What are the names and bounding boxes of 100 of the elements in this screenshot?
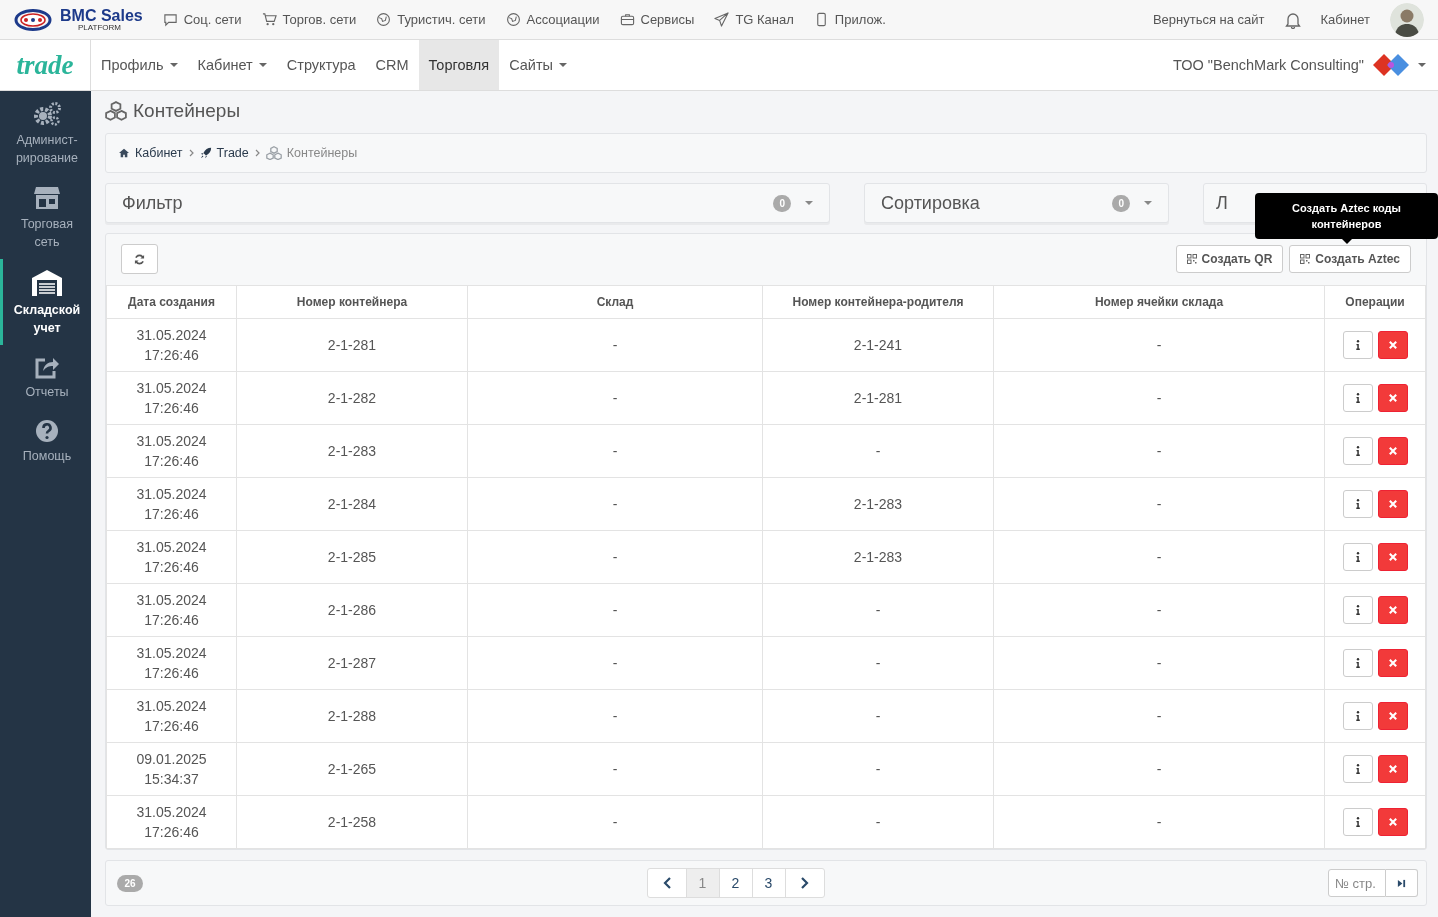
table-cell: - [993, 583, 1325, 637]
delete-button[interactable] [1377, 331, 1408, 359]
page-button[interactable]: 2 [718, 869, 752, 897]
top-nav-link[interactable]: Туристич. сети [376, 12, 486, 27]
close-icon [1388, 553, 1397, 561]
table-cell: - [993, 477, 1325, 531]
breadcrumb-link[interactable]: Trade [199, 146, 249, 160]
table-cell: 31.05.2024 17:26:46 [106, 530, 237, 584]
top-nav-link[interactable]: Соц. сети [162, 12, 242, 27]
caret-icon [1144, 201, 1152, 205]
info-icon [1355, 340, 1360, 350]
table-cell: 31.05.2024 17:26:46 [106, 689, 237, 743]
cart-icon [261, 12, 277, 27]
table-cell: 2-1-287 [236, 636, 468, 690]
nav-menu-item[interactable]: Сайты [499, 40, 578, 90]
info-button[interactable] [1342, 437, 1373, 465]
delete-button[interactable] [1377, 543, 1408, 571]
column-header: Номер контейнера-родителя [762, 285, 994, 319]
sidebar-item[interactable]: Отчеты [0, 345, 91, 409]
collapsible-panel[interactable]: Сортировка 0 [864, 183, 1169, 223]
delete-button[interactable] [1377, 755, 1408, 783]
chevron-right-icon [800, 877, 809, 889]
table-cell: 2-1-285 [236, 530, 468, 584]
table-cell: - [467, 583, 763, 637]
delete-button[interactable] [1377, 649, 1408, 677]
info-button[interactable] [1342, 384, 1373, 412]
nav-menu-item[interactable]: Кабинет [187, 40, 277, 90]
avatar[interactable] [1390, 2, 1424, 37]
delete-button[interactable] [1377, 702, 1408, 730]
count-badge: 0 [773, 194, 791, 212]
info-button[interactable] [1342, 649, 1373, 677]
caret-icon [805, 201, 813, 205]
sidebar-item[interactable]: Торговая сеть [0, 175, 91, 259]
warehouse-icon [31, 269, 63, 297]
tooltip: Создать Aztec коды контейнеров [1255, 193, 1438, 239]
top-nav-link[interactable]: Сервисы [619, 12, 695, 27]
top-nav-link[interactable]: TG Канал [714, 12, 794, 27]
top-nav-link[interactable]: Торгов. сети [261, 12, 357, 27]
panel-title: Фильтр [122, 192, 184, 214]
delete-button[interactable] [1377, 596, 1408, 624]
breadcrumb-link[interactable]: Кабинет [118, 146, 183, 160]
delete-button[interactable] [1377, 490, 1408, 518]
company-name[interactable]: ТОО "BenchMark Consulting" [1173, 57, 1364, 73]
table-cell: - [467, 371, 763, 425]
nav-menu-item[interactable]: Торговля [418, 40, 500, 90]
delete-button[interactable] [1377, 384, 1408, 412]
brand-name[interactable]: BMC Sales [60, 7, 143, 24]
cubes-icon [105, 101, 127, 121]
company-logo-icon[interactable] [1372, 53, 1410, 77]
back-to-site-link[interactable]: Вернуться на сайт [1152, 12, 1265, 27]
go-to-page-button[interactable] [1386, 869, 1418, 897]
nav-menu-item[interactable]: CRM [365, 40, 419, 90]
nav-menu-item[interactable]: Структура [276, 40, 366, 90]
table-cell: - [762, 742, 994, 796]
caret-icon [169, 63, 178, 67]
info-button[interactable] [1342, 755, 1373, 783]
nav-menu-item[interactable]: Профиль [91, 40, 188, 90]
sidebar-item[interactable]: Складской учет [0, 259, 91, 345]
page-number-field[interactable]: № стр. [1328, 869, 1386, 897]
delete-button[interactable] [1377, 437, 1408, 465]
info-button[interactable] [1342, 331, 1373, 359]
table-cell: 31.05.2024 17:26:46 [106, 583, 237, 637]
globe-icon [505, 12, 521, 27]
caret-icon [559, 63, 568, 67]
panel-title: Л [1216, 192, 1228, 214]
collapsible-panel[interactable]: Фильтр 0 [105, 183, 830, 223]
delete-button[interactable] [1377, 808, 1408, 836]
create-code-button[interactable]: Создать QR [1175, 245, 1284, 273]
close-icon [1388, 659, 1397, 667]
close-icon [1388, 606, 1397, 614]
info-button[interactable] [1342, 543, 1373, 571]
sidebar-item[interactable]: Помощь [0, 409, 91, 473]
table-cell: 2-1-281 [762, 371, 994, 425]
caret-icon [1418, 63, 1426, 67]
table-cell: - [762, 795, 994, 849]
bell-icon[interactable] [1284, 10, 1301, 29]
top-nav-link[interactable]: Ассоциации [505, 12, 600, 27]
cabinet-link[interactable]: Кабинет [1320, 12, 1370, 27]
chevron-icon [188, 149, 194, 157]
total-count-badge: 26 [117, 874, 143, 892]
sidebar-item[interactable]: Админист-рирование [0, 91, 91, 175]
table-cell: - [993, 371, 1325, 425]
table-cell: 2-1-282 [236, 371, 468, 425]
info-button[interactable] [1342, 702, 1373, 730]
table-cell: 31.05.2024 17:26:46 [106, 318, 237, 372]
info-button[interactable] [1342, 490, 1373, 518]
briefcase-icon [619, 12, 635, 27]
table-cell: 31.05.2024 17:26:46 [106, 424, 237, 478]
create-code-button[interactable]: Создать Aztec [1289, 245, 1411, 273]
brand-logo-icon[interactable] [14, 8, 52, 31]
chat-icon [162, 12, 178, 27]
chevron-left-icon [662, 877, 671, 889]
info-button[interactable] [1342, 808, 1373, 836]
top-nav-link[interactable]: Прилож. [813, 12, 886, 27]
refresh-button[interactable] [121, 244, 158, 274]
info-icon [1355, 605, 1360, 615]
info-button[interactable] [1342, 596, 1373, 624]
cubes-icon [265, 145, 282, 161]
page-button[interactable]: 3 [751, 869, 785, 897]
table-cell: 2-1-286 [236, 583, 468, 637]
